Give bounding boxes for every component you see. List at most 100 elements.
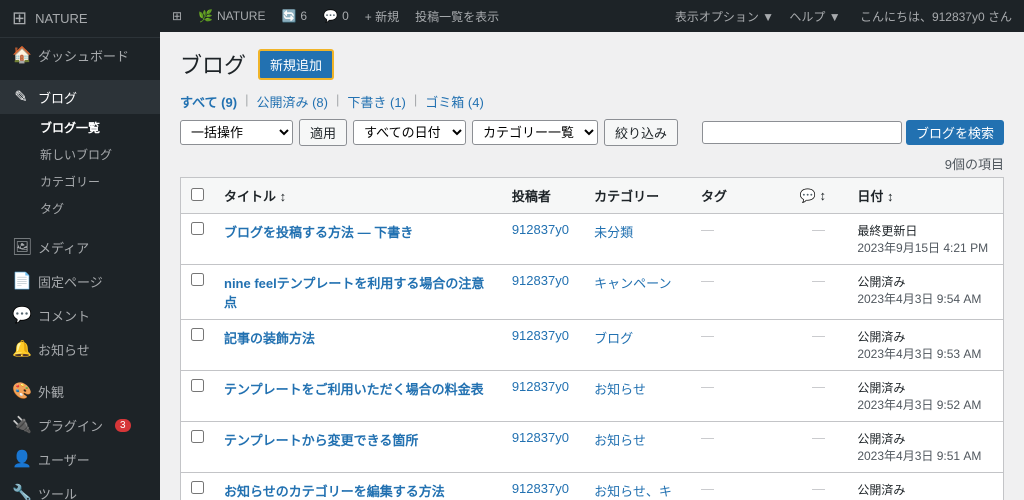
row-tags-cell: — (691, 371, 790, 422)
sidebar-sub-blog-list[interactable]: ブログ一覧 (32, 114, 160, 141)
author-link[interactable]: 912837y0 (512, 430, 569, 445)
filter-published[interactable]: 公開済み (8) (256, 92, 328, 111)
tags-value: — (701, 273, 714, 288)
sidebar-item-dashboard[interactable]: 🏠 ダッシュボード (0, 38, 160, 72)
col-header-title[interactable]: タイトル ↕ (214, 178, 502, 214)
adminbar-comments[interactable]: 💬 0 (323, 9, 349, 23)
sidebar-item-pages[interactable]: 📄 固定ページ (0, 264, 160, 298)
row-comments-cell: — (790, 473, 848, 500)
author-link[interactable]: 912837y0 (512, 222, 569, 237)
comments-value: — (812, 273, 825, 288)
author-link[interactable]: 912837y0 (512, 481, 569, 496)
col-header-author: 投稿者 (502, 178, 584, 214)
row-checkbox[interactable] (191, 430, 204, 443)
tags-value: — (701, 328, 714, 343)
row-comments-cell: — (790, 214, 848, 265)
category-link[interactable]: お知らせ (594, 433, 646, 448)
adminbar-greeting: こんにちは、912837y0 さん (860, 10, 1012, 24)
filter-draft[interactable]: 下書き (1) (347, 92, 406, 111)
adminbar-site[interactable]: 🌿 NATURE (198, 9, 265, 23)
help-button[interactable]: ヘルプ ▼ (789, 10, 840, 24)
filter-all[interactable]: すべて (9) (180, 92, 237, 111)
sidebar-sub-category[interactable]: カテゴリー (32, 168, 160, 195)
display-options-button[interactable]: 表示オプション ▼ (675, 10, 774, 24)
sidebar-item-users[interactable]: 👤 ユーザー (0, 442, 160, 476)
post-title-link[interactable]: ブログを投稿する方法 — 下書き (224, 225, 413, 240)
sidebar-item-appearance[interactable]: 🎨 外観 (0, 374, 160, 408)
post-title-link[interactable]: テンプレートから変更できる箇所 (224, 433, 418, 448)
comments-value: — (812, 430, 825, 445)
table-row: 記事の装飾方法 912837y0 ブログ — — 公開済み 2023年4月3日 … (181, 320, 1004, 371)
sidebar-sub-new-blog[interactable]: 新しいブログ (32, 141, 160, 168)
search-input[interactable] (702, 121, 902, 144)
category-link[interactable]: お知らせ、キャンペーン (594, 484, 672, 500)
adminbar-updates[interactable]: 🔄 6 (281, 9, 307, 23)
row-tags-cell: — (691, 320, 790, 371)
sidebar-item-notice[interactable]: 🔔 お知らせ (0, 332, 160, 366)
row-author-cell: 912837y0 (502, 473, 584, 500)
sidebar-item-plugins[interactable]: 🔌 プラグイン 3 (0, 408, 160, 442)
author-link[interactable]: 912837y0 (512, 328, 569, 343)
posts-table: タイトル ↕ 投稿者 カテゴリー タグ 💬 ↕ 日付 ↕ ブログを投稿する方法 … (180, 177, 1004, 500)
col-header-date[interactable]: 日付 ↕ (847, 178, 1003, 214)
site-name: NATURE (35, 11, 87, 26)
row-checkbox[interactable] (191, 222, 204, 235)
apply-button[interactable]: 適用 (299, 119, 347, 146)
items-count: 9個の項目 (180, 154, 1004, 173)
search-button[interactable]: ブログを検索 (906, 120, 1004, 145)
post-title-link[interactable]: 記事の装飾方法 (224, 331, 315, 346)
tags-value: — (701, 379, 714, 394)
select-all-checkbox[interactable] (191, 188, 204, 201)
tools-icon: 🔧 (12, 483, 30, 500)
sidebar: ⊞ NATURE 🏠 ダッシュボード ✎ ブログ ブログ一覧 新しいブログ カテ… (0, 0, 160, 500)
category-link[interactable]: ブログ (594, 331, 633, 346)
post-title-link[interactable]: お知らせのカテゴリーを編集する方法 (224, 484, 445, 499)
bulk-action-select[interactable]: 一括操作 ゴミ箱へ移動 (180, 120, 293, 145)
filter-trash[interactable]: ゴミ箱 (4) (425, 92, 484, 111)
col-header-comments[interactable]: 💬 ↕ (790, 178, 848, 214)
sidebar-item-media[interactable]: 🖼 メディア (0, 230, 160, 264)
narrow-button[interactable]: 絞り込み (604, 119, 678, 146)
row-checkbox-cell (181, 371, 215, 422)
sidebar-sub-tag[interactable]: タグ (32, 195, 160, 222)
table-row: ブログを投稿する方法 — 下書き 912837y0 未分類 — — 最終更新日 … (181, 214, 1004, 265)
sidebar-item-blog[interactable]: ✎ ブログ (0, 80, 160, 114)
row-author-cell: 912837y0 (502, 214, 584, 265)
wp-logo-icon: ⊞ (12, 8, 27, 29)
sidebar-item-comments[interactable]: 💬 コメント (0, 298, 160, 332)
row-tags-cell: — (691, 265, 790, 320)
row-title-cell: お知らせのカテゴリーを編集する方法 (214, 473, 502, 500)
row-checkbox-cell (181, 422, 215, 473)
adminbar-right: 表示オプション ▼ ヘルプ ▼ こんにちは、912837y0 さん (675, 8, 1012, 25)
row-checkbox[interactable] (191, 379, 204, 392)
author-link[interactable]: 912837y0 (512, 379, 569, 394)
comments-value: — (812, 379, 825, 394)
category-filter-select[interactable]: カテゴリー一覧 (472, 120, 598, 145)
date-filter-select[interactable]: すべての日付 2023年9月 2023年4月 2022年11月 (353, 120, 466, 145)
col-header-checkbox (181, 178, 215, 214)
adminbar-wp-logo[interactable]: ⊞ (172, 9, 182, 23)
row-date-cell: 公開済み 2023年4月3日 6:56 AM (847, 473, 1003, 500)
notice-icon: 🔔 (12, 339, 30, 359)
row-date-cell: 公開済み 2023年4月3日 9:51 AM (847, 422, 1003, 473)
sidebar-item-tools[interactable]: 🔧 ツール (0, 476, 160, 500)
tags-value: — (701, 222, 714, 237)
new-post-button[interactable]: 新規追加 (258, 49, 334, 80)
row-checkbox[interactable] (191, 328, 204, 341)
post-title-link[interactable]: nine feelテンプレートを利用する場合の注意点 (224, 276, 484, 310)
adminbar-view-posts[interactable]: 投稿一覧を表示 (415, 8, 499, 25)
pages-icon: 📄 (12, 271, 30, 291)
category-link[interactable]: お知らせ (594, 382, 646, 397)
post-title-link[interactable]: テンプレートをご利用いただく場合の料金表 (224, 382, 484, 397)
row-checkbox[interactable] (191, 481, 204, 494)
category-link[interactable]: キャンペーン (594, 276, 671, 291)
row-checkbox[interactable] (191, 273, 204, 286)
date-value: 2023年4月3日 9:51 AM (857, 449, 981, 463)
author-link[interactable]: 912837y0 (512, 273, 569, 288)
date-status: 最終更新日 (857, 224, 917, 238)
category-link[interactable]: 未分類 (594, 225, 633, 240)
admin-bar: ⊞ 🌿 NATURE 🔄 6 💬 0 + 新規 投稿一覧を表示 表示オプション … (160, 0, 1024, 32)
page-title: ブログ (180, 48, 246, 80)
adminbar-updates-icon: 🔄 (281, 9, 296, 23)
adminbar-new[interactable]: + 新規 (365, 8, 399, 25)
